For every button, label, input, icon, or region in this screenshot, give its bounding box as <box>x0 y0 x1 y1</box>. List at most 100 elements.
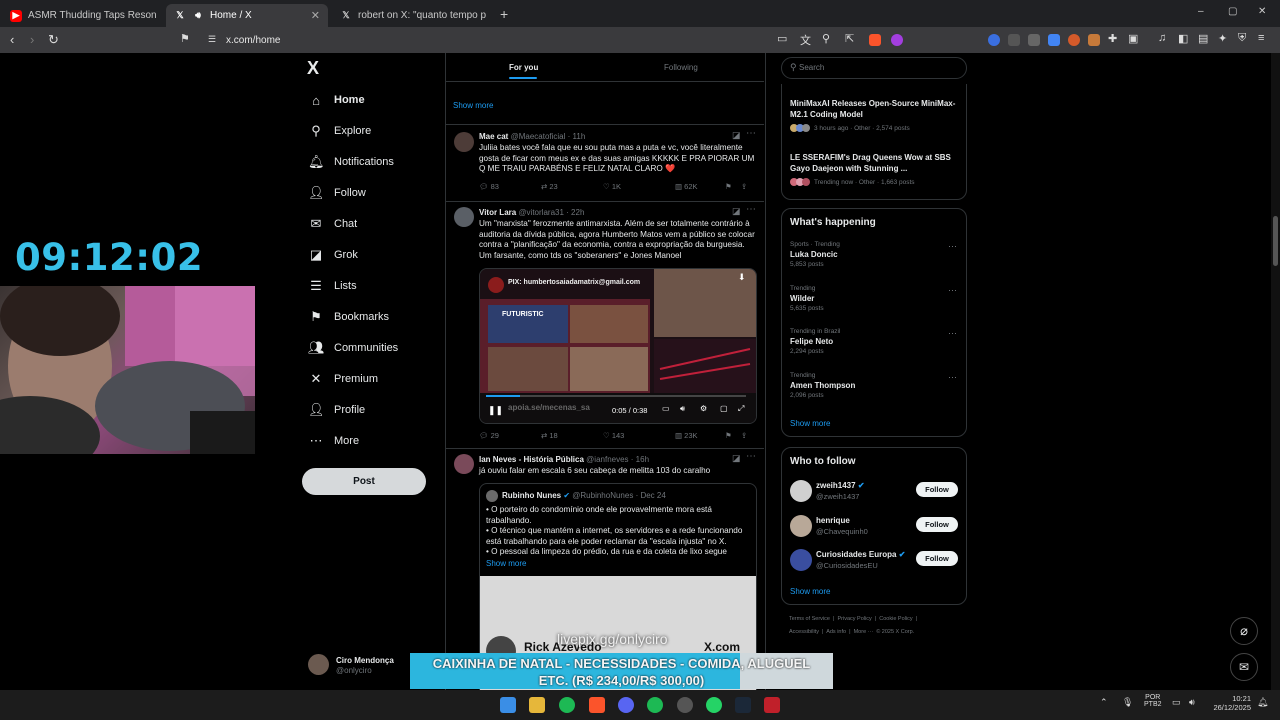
steam-icon[interactable] <box>735 697 751 713</box>
extension-icon[interactable] <box>1088 34 1100 46</box>
zoom-icon[interactable]: ⚲ <box>822 32 830 45</box>
more-options-icon[interactable]: ⋯ <box>746 204 756 215</box>
volume-icon[interactable]: 🔊︎ <box>1189 697 1195 708</box>
search-box[interactable]: ⚲ Search <box>781 57 967 79</box>
tab-robert[interactable]: 𝕏 robert on X: "quanto tempo pros bol <box>332 4 494 27</box>
search-input[interactable]: Search <box>799 63 824 72</box>
repost-button[interactable]: ⇄ 18 <box>541 431 603 440</box>
close-tab-icon[interactable]: ✕ <box>305 9 320 22</box>
spotify-icon[interactable] <box>559 697 575 713</box>
tab-home-x[interactable]: 𝕏 🔊︎ Home / X ✕ <box>166 4 328 27</box>
translate-icon[interactable]: 文 <box>800 32 811 48</box>
notifications-icon[interactable]: 🔔︎ <box>1257 697 1268 708</box>
maximize-button[interactable]: ▢ <box>1228 6 1237 17</box>
sidebar-item-communities[interactable]: 👥︎ Communities <box>308 338 398 358</box>
clock[interactable]: 10:21 26/12/2025 <box>1207 694 1251 712</box>
sidebar-item-more[interactable]: ⋯ More <box>308 431 360 451</box>
brave-browser-icon[interactable] <box>589 697 605 713</box>
vpn-icon[interactable]: ⛨ <box>1238 32 1246 45</box>
avatar[interactable] <box>790 480 812 502</box>
reload-icon[interactable]: ↻ <box>48 32 59 48</box>
post-button[interactable]: Post <box>302 468 426 495</box>
pip-icon[interactable]: ▢ <box>720 404 728 413</box>
share-icon[interactable]: ⇪ <box>741 431 747 440</box>
sidebar-item-explore[interactable]: ⚲ Explore <box>308 121 371 141</box>
extensions-puzzle-icon[interactable]: ✚ <box>1108 32 1117 45</box>
close-window-button[interactable]: ✕ <box>1258 6 1266 17</box>
tweet-author-name[interactable]: Mae cat <box>479 132 508 141</box>
views-button[interactable]: ▥ 23K <box>675 431 725 440</box>
tab-for-you[interactable]: For you <box>509 63 538 72</box>
follow-button[interactable]: Follow <box>916 551 958 566</box>
grok-icon[interactable]: ◪ <box>732 206 741 217</box>
tweet[interactable]: Mae cat @Maecatoficial · 11h ◪ ⋯ Juliia … <box>446 125 764 201</box>
app-icon[interactable] <box>764 697 780 713</box>
file-explorer-icon[interactable] <box>529 697 545 713</box>
obs-icon[interactable] <box>677 697 693 713</box>
suggestion-name[interactable]: henrique <box>816 516 850 525</box>
extension-icon[interactable] <box>1028 34 1040 46</box>
sidebar-item-grok[interactable]: ◪ Grok <box>308 245 358 265</box>
tab-asmr[interactable]: ▶ ASMR Thudding Taps Resonating in ' <box>2 4 164 27</box>
discord-icon[interactable] <box>618 697 634 713</box>
tweet-author-name[interactable]: Ian Neves - História Pública <box>479 455 584 464</box>
news-title[interactable]: LE SSERAFIM's Drag Queens Wow at SBS Gay… <box>790 153 960 174</box>
grok-icon[interactable]: ◪ <box>732 453 741 464</box>
bookmark-icon[interactable]: ⚑ <box>725 431 741 440</box>
show-more-link[interactable]: Show more <box>453 101 493 110</box>
windows-start-icon[interactable] <box>500 697 516 713</box>
tweet-time[interactable]: · 22h <box>566 208 584 217</box>
tweet-time[interactable]: · 11h <box>568 132 586 141</box>
follow-suggestion-name[interactable]: Curiosidades Europa ✔ <box>816 550 905 559</box>
extension-icon[interactable] <box>1008 34 1020 46</box>
extension-icon[interactable] <box>1068 34 1080 46</box>
pause-icon[interactable]: ❚❚ <box>488 405 503 416</box>
spotify-icon[interactable] <box>647 697 663 713</box>
x-logo[interactable]: X <box>307 58 319 79</box>
volume-icon[interactable]: 🔊︎ <box>680 404 685 414</box>
sidebar-item-follow[interactable]: 👤︎ Follow <box>308 183 366 203</box>
download-icon[interactable]: ⬇ <box>738 272 746 283</box>
minimize-button[interactable]: – <box>1198 6 1204 17</box>
extension-icon[interactable] <box>988 34 1000 46</box>
tweet-author-name[interactable]: Vitor Lara <box>479 208 516 217</box>
share-icon[interactable]: ⇪ <box>741 182 747 191</box>
reply-button[interactable]: 💬︎ 83 <box>479 182 541 191</box>
tweet-time[interactable]: · 16h <box>631 455 649 464</box>
show-more-link[interactable]: Show more <box>790 419 830 428</box>
follow-suggestion-name[interactable]: zweih1437 ✔ <box>816 481 865 490</box>
sidebar-item-profile[interactable]: 👤︎ Profile <box>308 400 365 420</box>
grok-floating-icon[interactable]: ⌀ <box>1230 617 1258 645</box>
more-options-icon[interactable]: ⋯ <box>948 241 957 252</box>
scrollbar[interactable] <box>1271 53 1280 690</box>
tab-following[interactable]: Following <box>664 63 698 72</box>
footer-links[interactable]: Accessibility | Ads info | More ··· © 20… <box>789 629 914 635</box>
microphone-icon[interactable]: 🎙︎ <box>1122 697 1133 708</box>
more-options-icon[interactable]: ⋯ <box>948 328 957 339</box>
tweet-author-handle[interactable]: @vitorlara31 <box>518 208 563 217</box>
trend-item[interactable]: Trending Amen Thompson 2,096 posts ⋯ <box>790 372 960 399</box>
scrollbar-thumb[interactable] <box>1273 216 1278 266</box>
fullscreen-icon[interactable]: ⤢ <box>738 404 744 414</box>
sidebar-item-bookmarks[interactable]: ⚑ Bookmarks <box>308 307 389 327</box>
tweet[interactable]: Vitor Lara @vitorlara31 · 22h ◪ ⋯ Um "ma… <box>446 202 764 448</box>
avatar[interactable] <box>790 549 812 571</box>
trend-item[interactable]: Sports · Trending Luka Doncic 5,853 post… <box>790 241 960 268</box>
sidebar-item-home[interactable]: ⌂ Home <box>308 90 365 110</box>
messages-floating-icon[interactable]: ✉ <box>1230 653 1258 681</box>
like-button[interactable]: ♡ 1K <box>603 182 675 191</box>
brave-rewards-icon[interactable] <box>891 34 903 46</box>
sidebar-item-premium[interactable]: ✕ Premium <box>308 369 378 389</box>
sidebar-toggle-icon[interactable]: ◧ <box>1178 32 1188 45</box>
leo-ai-icon[interactable]: ✦ <box>1218 32 1227 45</box>
video-player[interactable]: PIX: humbertosaiadamatrix@gmail.com FUTU… <box>479 268 757 424</box>
follow-button[interactable]: Follow <box>916 517 958 532</box>
menu-icon[interactable]: ≡ <box>1258 32 1264 44</box>
back-icon[interactable]: ‹ <box>10 32 14 47</box>
grok-icon[interactable]: ◪ <box>732 130 741 141</box>
tweet-author-handle[interactable]: @Maecatoficial <box>511 132 566 141</box>
url-field[interactable]: x.com/home <box>226 31 786 49</box>
footer-links[interactable]: Terms of Service | Privacy Policy | Cook… <box>789 616 917 622</box>
show-more-link[interactable]: Show more <box>486 559 526 568</box>
trend-item[interactable]: Trending in Brazil Felipe Neto 2,294 pos… <box>790 328 960 355</box>
